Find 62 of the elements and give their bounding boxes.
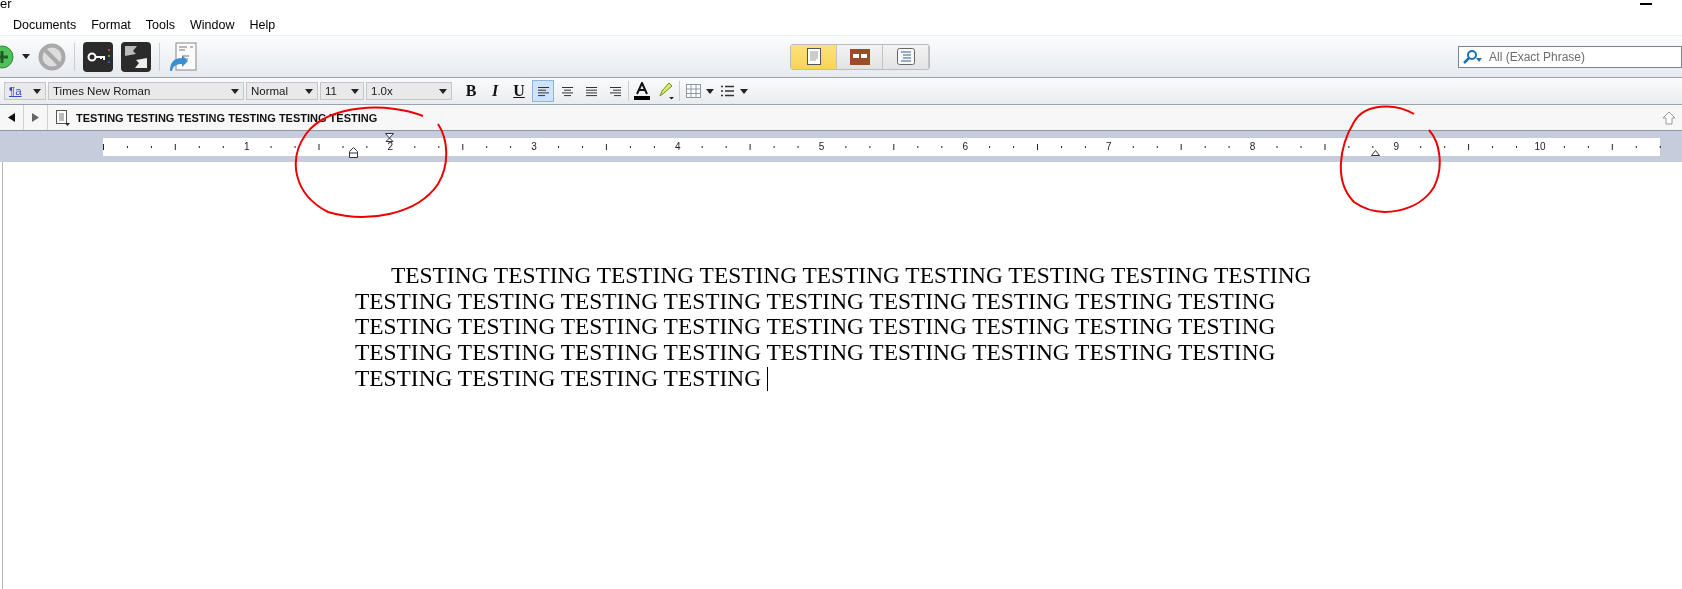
text-color-button[interactable] bbox=[631, 80, 653, 102]
text-cursor bbox=[767, 366, 769, 391]
list-icon bbox=[720, 85, 734, 97]
menu-item[interactable]: Tools bbox=[138, 17, 183, 32]
right-arrow-icon bbox=[32, 113, 39, 122]
right-indent-marker[interactable] bbox=[1371, 149, 1380, 156]
align-button[interactable] bbox=[532, 80, 554, 102]
align-icon bbox=[536, 85, 550, 97]
text-color-icon bbox=[634, 82, 650, 100]
ruler-number: 7 bbox=[1106, 140, 1112, 152]
ruler-number: 10 bbox=[1534, 140, 1546, 152]
image-icon[interactable] bbox=[121, 41, 151, 72]
table-icon bbox=[685, 84, 701, 98]
menu-item[interactable]: Documents bbox=[6, 17, 85, 32]
menu-item[interactable]: Format bbox=[84, 17, 139, 32]
ruler-number: 8 bbox=[1249, 140, 1256, 152]
left-arrow-icon bbox=[8, 113, 15, 122]
ruler-number: 9 bbox=[1393, 140, 1400, 152]
size-dropdown[interactable]: 11 bbox=[320, 82, 364, 100]
corkboard-icon bbox=[849, 48, 870, 65]
up-arrow-icon[interactable] bbox=[1662, 110, 1676, 125]
align-icon bbox=[584, 85, 598, 97]
ruler-number: 4 bbox=[675, 140, 681, 152]
caret-icon bbox=[740, 88, 748, 94]
ruler-number: 6 bbox=[962, 140, 968, 152]
paragraph-style-dropdown[interactable]: ¶a bbox=[4, 82, 46, 100]
spacing-dropdown[interactable]: 1.0x bbox=[366, 82, 452, 100]
highlighter-icon bbox=[657, 82, 675, 100]
key-icon[interactable] bbox=[83, 41, 113, 72]
document-paragraph: TESTING TESTING TESTING TESTING TESTING TESTING TESTING TESTING TESTING TESTING TESTING TESTING TESTING TESTING TESTING TESTING TESTING TESTING TESTING TESTING TESTING TESTING TESTING TESTING TESTING TESTING TESTING TESTING TESTING TESTING TESTING TESTING TESTING TESTING TESTING TESTING TESTING TESTING TESTING TESTING bbox=[355, 263, 1313, 392]
italic-button[interactable]: I bbox=[484, 80, 506, 102]
menu-item[interactable]: Help bbox=[242, 17, 284, 32]
document-icon bbox=[56, 109, 70, 126]
caret-icon bbox=[351, 88, 359, 94]
ruler-number: 1 bbox=[243, 140, 250, 152]
view-mode-button[interactable] bbox=[791, 44, 837, 69]
align-icon bbox=[608, 85, 622, 97]
view-mode-button[interactable] bbox=[883, 44, 929, 69]
caret-icon bbox=[33, 88, 41, 94]
font-dropdown[interactable]: Times New Roman bbox=[48, 82, 244, 100]
caret-icon bbox=[22, 54, 30, 59]
search-field[interactable]: All (Exact Phrase) bbox=[1458, 45, 1682, 68]
align-icon bbox=[560, 85, 574, 97]
left-indent-marker[interactable] bbox=[349, 146, 358, 158]
outline-icon bbox=[896, 48, 915, 65]
caret-icon bbox=[231, 88, 239, 94]
page-icon bbox=[806, 48, 821, 65]
caret-icon bbox=[706, 88, 714, 94]
menu-item[interactable]: Window bbox=[183, 17, 243, 32]
bold-button[interactable]: B bbox=[460, 80, 482, 102]
caret-icon bbox=[439, 88, 447, 94]
style-dropdown[interactable]: Normal bbox=[246, 82, 318, 100]
view-mode-button[interactable] bbox=[837, 44, 883, 69]
ruler-number: 5 bbox=[818, 140, 825, 152]
first-line-indent-marker[interactable] bbox=[385, 132, 394, 142]
export-document-icon[interactable] bbox=[168, 41, 198, 72]
document-title: TESTING TESTING TESTING TESTING TESTING TESTING bbox=[76, 111, 378, 124]
caret-icon bbox=[305, 88, 313, 94]
window-title: er bbox=[0, 0, 12, 10]
ruler-number: 2 bbox=[387, 140, 394, 152]
underline-button[interactable]: U bbox=[508, 80, 530, 102]
ruler-number: 3 bbox=[531, 140, 537, 152]
